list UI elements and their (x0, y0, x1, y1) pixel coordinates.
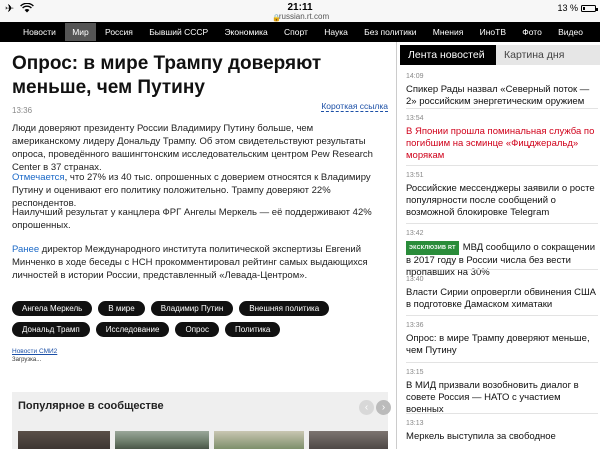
news-time: 13:42 (406, 230, 424, 237)
news-time: 13:13 (406, 420, 424, 427)
nav-item[interactable]: Мнения (426, 23, 471, 41)
news-divider (406, 413, 598, 414)
news-divider (406, 269, 598, 270)
nav-item[interactable]: Спорт (277, 23, 315, 41)
battery-percent: 13 % (557, 3, 578, 13)
news-headline-text: Опрос: в мире Трампу доверяют меньше, че… (406, 333, 590, 356)
nav-item[interactable]: Мир (65, 23, 96, 41)
short-link-button[interactable]: Короткая ссылка (321, 101, 388, 112)
tag-button[interactable]: В мире (98, 301, 145, 316)
news-headline[interactable]: Спикер Рады назвал «Северный поток — 2» … (406, 84, 598, 108)
carousel-next-button[interactable]: › (376, 400, 391, 415)
news-headline-text: Власти Сирии опровергли обвинения США в … (406, 287, 597, 310)
tag-button[interactable]: Владимир Путин (150, 301, 234, 316)
news-item[interactable]: 13:15 В МИД призвали возобновить диалог в… (406, 368, 598, 416)
news-divider (406, 362, 598, 363)
article-paragraph: Ранее директор Международного института … (12, 243, 382, 282)
article-tags: Ангела Меркель В мире Владимир Путин Внешня… (12, 301, 352, 337)
nav-item[interactable]: Видео (551, 23, 590, 41)
news-item[interactable]: 13:54 В Японии прошла поминальная служба … (406, 114, 598, 162)
popular-thumbnail[interactable] (18, 431, 110, 449)
nav-item[interactable]: Без политики (357, 23, 423, 41)
news-headline[interactable]: Власти Сирии опровергли обвинения США в … (406, 287, 598, 311)
news-headline-text: Российские мессенджеры заявили о росте п… (406, 183, 595, 218)
nav-item[interactable]: Фото (515, 23, 549, 41)
tag-button[interactable]: Дональд Трамп (12, 322, 90, 337)
news-time: 13:15 (406, 369, 424, 376)
article-timestamp: 13:36 (12, 106, 33, 115)
news-headline[interactable]: В МИД призвали возобновить диалог в сове… (406, 380, 598, 416)
chevron-left-icon: ‹ (364, 402, 369, 413)
status-bar: ✈ 21:11 🔒 russian.rt.com 13 % (0, 0, 600, 22)
battery-icon (581, 5, 598, 12)
popular-section: Популярное в сообществе ‹ › (12, 392, 391, 449)
battery-level-fill (583, 7, 585, 10)
news-time: 14:09 (406, 73, 424, 80)
news-headline[interactable]: Российские мессенджеры заявили о росте п… (406, 183, 598, 219)
news-sidebar: Лента новостей Картина дня 14:09 Спикер Р… (396, 42, 600, 449)
news-item[interactable]: 13:42 ЭКСКЛЮЗИВ RT МВД сообщило о сокращен… (406, 229, 598, 279)
news-headline[interactable]: Опрос: в мире Трампу доверяют меньше, че… (406, 333, 598, 357)
news-headline[interactable]: ЭКСКЛЮЗИВ RT МВД сообщило о сокращении в … (406, 241, 598, 279)
news-headline-text: В МИД призвали возобновить диалог в сове… (406, 380, 579, 415)
tag-button[interactable]: Внешняя политика (239, 301, 330, 316)
main-navigation: Новости Мир Россия Бывший СССР Экономика Спор… (0, 22, 600, 42)
news-item[interactable]: 13:40 Власти Сирии опровергли обвинения С… (406, 275, 598, 311)
nav-item[interactable]: Россия (98, 23, 140, 41)
loading-text: Загрузка... (12, 357, 42, 363)
sidebar-tabs: Лента новостей Картина дня (397, 42, 600, 65)
news-item[interactable]: 13:13 Меркель выступила за свободное (406, 419, 598, 443)
popular-thumbnail[interactable] (309, 431, 388, 449)
nav-item[interactable]: Экономика (217, 23, 274, 41)
tab-news-feed[interactable]: Лента новостей (400, 45, 496, 65)
news-time: 13:36 (406, 322, 424, 329)
article-inline-link[interactable]: Ранее (12, 244, 39, 255)
chevron-right-icon: › (381, 402, 386, 413)
news-time: 13:40 (406, 276, 424, 283)
paragraph-text: , что 27% из 40 тыс. опрошенных с довери… (12, 172, 371, 209)
article-paragraph: Наилучший результат у канцлера ФРГ Ангел… (12, 207, 372, 231)
news-headline[interactable]: Меркель выступила за свободное (406, 431, 598, 443)
news-time: 13:51 (406, 172, 424, 179)
nav-item[interactable]: Бывший СССР (142, 23, 215, 41)
carousel-prev-button[interactable]: ‹ (359, 400, 374, 415)
news-divider (406, 165, 598, 166)
news-headline-text: В Японии прошла поминальная служба по по… (406, 126, 595, 161)
news-time: 13:54 (406, 115, 424, 122)
article-headline: Опрос: в мире Трампу доверяют меньше, че… (12, 53, 322, 98)
news-headline[interactable]: В Японии прошла поминальная служба по по… (406, 126, 598, 162)
tag-button[interactable]: Исследование (95, 322, 170, 337)
news-item[interactable]: 14:09 Спикер Рады назвал «Северный поток … (406, 72, 598, 108)
article: Опрос: в мире Трампу доверяют меньше, че… (12, 42, 391, 449)
popular-section-title: Популярное в сообществе (18, 400, 164, 412)
tag-button[interactable]: Опрос (175, 322, 219, 337)
popular-thumbnail[interactable] (214, 431, 304, 449)
article-paragraph: Отмечается, что 27% из 40 тыс. опрошенны… (12, 171, 382, 210)
news-item[interactable]: 13:51 Российские мессенджеры заявили о ро… (406, 171, 598, 219)
popular-thumbnail[interactable] (115, 431, 209, 449)
address-bar[interactable]: russian.rt.com (0, 12, 600, 21)
news-headline-text: Меркель выступила за свободное (406, 431, 556, 442)
exclusive-badge: ЭКСКЛЮЗИВ RT (406, 241, 459, 255)
smi2-news-link[interactable]: Новости СМИ2 (12, 348, 57, 355)
news-item[interactable]: 13:36 Опрос: в мире Трампу доверяют меньш… (406, 321, 598, 357)
news-divider (406, 223, 598, 224)
news-divider (406, 315, 598, 316)
news-divider (406, 108, 598, 109)
news-headline-text: Спикер Рады назвал «Северный поток — 2» … (406, 84, 590, 107)
nav-item[interactable]: Новости (16, 23, 63, 41)
tag-button[interactable]: Ангела Меркель (12, 301, 93, 316)
nav-item[interactable]: Наука (317, 23, 355, 41)
article-paragraph: Люди доверяют президенту России Владимир… (12, 123, 373, 173)
paragraph-text: директор Международного института полити… (12, 244, 368, 281)
nav-item[interactable]: ИноТВ (473, 23, 513, 41)
tab-picture-of-day[interactable]: Картина дня (496, 45, 600, 65)
article-inline-link[interactable]: Отмечается (12, 172, 65, 183)
tag-button[interactable]: Политика (224, 322, 281, 337)
